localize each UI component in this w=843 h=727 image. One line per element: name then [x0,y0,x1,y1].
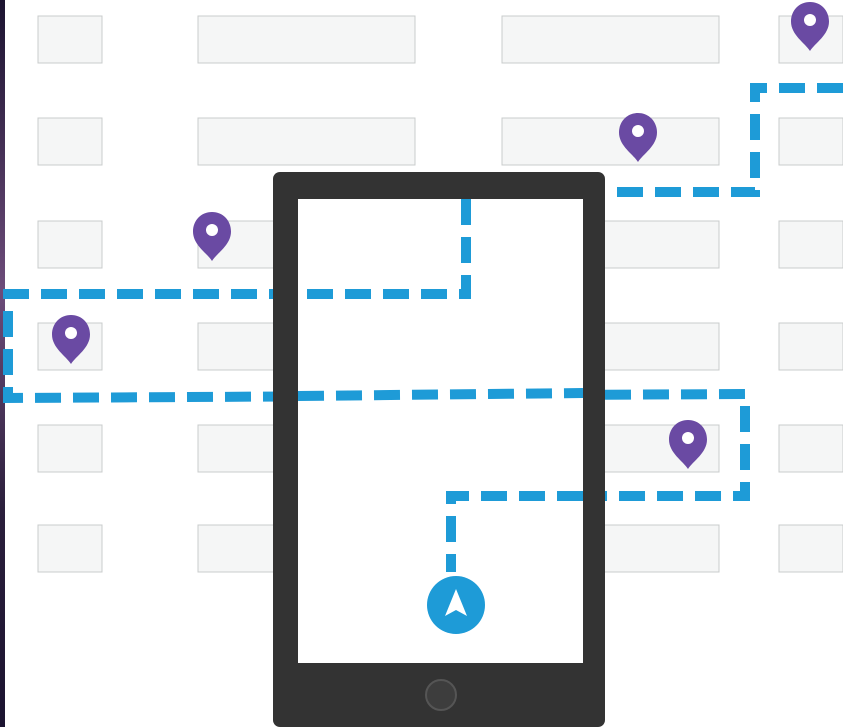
navigation-arrow-icon[interactable] [427,576,485,634]
pin-hole [804,14,816,26]
pin-hole [65,327,77,339]
city-block [778,424,843,473]
city-block [778,524,843,573]
pin-hole [632,125,644,137]
pin-hole [206,224,218,236]
city-block [778,220,843,269]
home-button-icon[interactable] [425,679,457,711]
pin-hole [682,432,694,444]
navigation-illustration [3,2,843,727]
city-block [197,15,416,64]
city-block [37,117,103,166]
city-block [37,15,103,64]
smartphone [273,172,605,727]
city-block [778,117,843,166]
city-block [778,322,843,371]
city-block [37,524,103,573]
city-block [197,117,416,166]
city-block [501,15,720,64]
city-block [37,424,103,473]
city-block [501,117,720,166]
city-block [37,220,103,269]
